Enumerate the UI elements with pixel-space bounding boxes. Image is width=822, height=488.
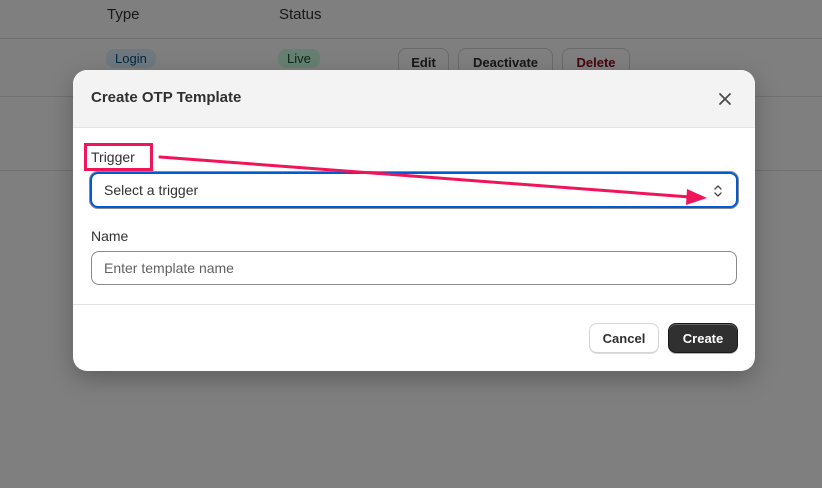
annotation-arrow xyxy=(158,155,707,205)
